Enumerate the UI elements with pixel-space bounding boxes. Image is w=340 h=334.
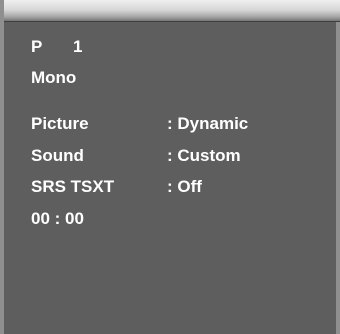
srs-tsxt-value: : Off: [167, 177, 202, 196]
sound-mode-value: : Custom: [167, 146, 241, 165]
program-number: 1: [73, 37, 83, 56]
sound-mode-label: Sound: [31, 146, 84, 165]
audio-mode: Mono: [31, 68, 77, 87]
srs-tsxt-label: SRS TSXT: [31, 177, 115, 196]
picture-mode-value: : Dynamic: [167, 114, 249, 133]
program-label: P: [31, 37, 43, 56]
picture-mode-label: Picture: [31, 114, 89, 133]
osd-title-bar-divider: [4, 21, 340, 22]
clock-display: 00 : 00: [31, 209, 84, 228]
osd-title-bar: [4, 0, 340, 22]
osd-info-panel: P 1 Mono Picture : Dynamic Sound : Custo…: [0, 0, 340, 334]
